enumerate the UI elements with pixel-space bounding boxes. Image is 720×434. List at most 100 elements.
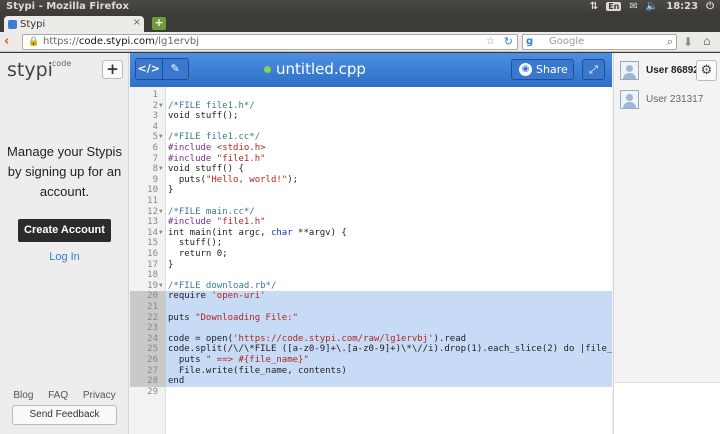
user-list-item[interactable]: User 231317 bbox=[614, 86, 720, 114]
send-feedback-button[interactable]: Send Feedback bbox=[12, 405, 117, 425]
code-line[interactable]: 17} bbox=[130, 260, 612, 271]
code-line[interactable]: 18 bbox=[130, 270, 612, 281]
blog-link[interactable]: Blog bbox=[13, 390, 33, 401]
code-token: } bbox=[168, 259, 174, 270]
gear-icon[interactable]: ⚙ bbox=[696, 60, 717, 81]
back-arrow-icon[interactable]: ‹ bbox=[4, 34, 9, 49]
code-line[interactable]: 12 ▼ /*FILE main.cc*/ bbox=[130, 207, 612, 218]
fullscreen-button[interactable]: ⤢ bbox=[582, 59, 605, 80]
code-line[interactable]: 13 #include "file1.h" bbox=[130, 217, 612, 228]
code-line[interactable]: 10} bbox=[130, 185, 612, 196]
home-icon[interactable]: ⌂ bbox=[703, 34, 711, 48]
fold-arrow-icon[interactable]: ▼ bbox=[159, 228, 163, 239]
fold-arrow-icon[interactable]: ▼ bbox=[159, 132, 163, 143]
privacy-link[interactable]: Privacy bbox=[83, 390, 116, 401]
code-text: require 'open-uri' bbox=[168, 291, 612, 302]
line-number: 23 bbox=[147, 323, 158, 334]
code-token: /*FILE main.cc*/ bbox=[168, 206, 255, 217]
share-button[interactable]: ◉ Share bbox=[511, 59, 574, 80]
code-token: code.split(/\/\*FILE ([a-z0-9]+\.[a-z0-9… bbox=[168, 344, 612, 355]
code-token: " ==> #{file_name}" bbox=[205, 355, 309, 365]
code-line[interactable]: 8 ▼ void stuff() { bbox=[130, 164, 612, 175]
code-line[interactable]: 19 ▼ /*FILE download.rb*/ bbox=[130, 281, 612, 292]
new-tab-button[interactable]: + bbox=[152, 17, 166, 30]
code-line[interactable]: 25 code.split(/\/\*FILE ([a-z0-9]+\.[a-z0… bbox=[130, 344, 612, 355]
reload-icon[interactable]: ↻ bbox=[504, 35, 513, 48]
code-line[interactable]: 3 void stuff(); bbox=[130, 111, 612, 122]
fold-arrow-icon[interactable]: ▼ bbox=[159, 207, 163, 218]
line-number: 11 bbox=[147, 196, 158, 206]
left-sidebar: stypi code + Manage your Stypis by signin… bbox=[0, 53, 129, 434]
url-path: /lg1ervbj bbox=[154, 36, 200, 47]
code-line[interactable]: 22 puts "Downloading File:" bbox=[130, 312, 612, 324]
line-number: 3 bbox=[152, 111, 158, 122]
code-line[interactable]: 23 bbox=[130, 323, 612, 334]
code-token: File.write(file_name, contents) bbox=[168, 365, 347, 376]
fold-arrow-icon[interactable]: ▼ bbox=[159, 164, 163, 175]
mail-icon[interactable]: ✉ bbox=[629, 1, 637, 12]
stypi-logo[interactable]: stypi code bbox=[7, 59, 71, 81]
code-line[interactable]: 5 ▼ /*FILE file1.cc*/ bbox=[130, 132, 612, 143]
login-link[interactable]: Log In bbox=[0, 251, 129, 263]
code-line[interactable]: 2 ▼ /*FILE file1.h*/ bbox=[130, 101, 612, 112]
code-line[interactable]: 26 puts " ==> #{file_name}" bbox=[130, 355, 612, 366]
code-line[interactable]: 9 puts("Hello, world!"); bbox=[130, 175, 612, 186]
file-title[interactable]: untitled.cpp bbox=[264, 60, 366, 78]
tab-title: Stypi bbox=[20, 18, 46, 30]
line-number: 27 bbox=[147, 365, 158, 376]
code-line[interactable]: 20 require 'open-uri' bbox=[130, 291, 612, 302]
code-text: return 0; bbox=[168, 249, 612, 260]
search-box[interactable]: g Google ⌕ bbox=[522, 34, 677, 50]
code-line[interactable]: 24 code = open('https://code.stypi.com/ra… bbox=[130, 333, 612, 345]
tag-icon[interactable]: ✎ bbox=[161, 59, 188, 79]
code-text: /*FILE download.rb*/ bbox=[168, 281, 612, 292]
code-icon[interactable]: </> bbox=[136, 59, 162, 79]
code-line[interactable]: 1 bbox=[130, 90, 612, 101]
code-editor[interactable]: 1 2 ▼/*FILE file1.h*/3 void stuff(); 4 5 ▼/*FI… bbox=[130, 87, 612, 434]
code-token: int main(int argc, bbox=[168, 227, 271, 238]
code-line[interactable]: 27 File.write(file_name, contents) bbox=[130, 365, 612, 377]
code-token: puts bbox=[168, 312, 196, 323]
code-line[interactable]: 28 end bbox=[130, 376, 612, 387]
code-line[interactable]: 14 ▼ int main(int argc, char **argv) { bbox=[130, 228, 612, 239]
url-host: code.stypi.com bbox=[78, 36, 155, 47]
current-user[interactable]: User 86892 ⚙ bbox=[614, 57, 720, 85]
tab-close-icon[interactable]: × bbox=[133, 17, 141, 28]
code-line[interactable]: 16 return 0; bbox=[130, 249, 612, 260]
power-icon[interactable]: ⏻ bbox=[706, 1, 714, 12]
code-line[interactable]: 21 bbox=[130, 302, 612, 313]
line-number: 21 bbox=[147, 302, 158, 312]
keyboard-layout-indicator[interactable]: En bbox=[606, 2, 622, 11]
code-token: 'https://code.stypi.com/raw/lg1ervbj' bbox=[233, 333, 434, 344]
new-stypi-button[interactable]: + bbox=[102, 60, 123, 79]
fold-arrow-icon[interactable]: ▼ bbox=[159, 101, 163, 112]
line-number: 4 bbox=[152, 121, 158, 132]
download-icon[interactable]: ⬇ bbox=[683, 35, 693, 49]
code-line[interactable]: 7 #include "file1.h" bbox=[130, 154, 612, 165]
window-title: Stypi - Mozilla Firefox bbox=[6, 1, 129, 12]
google-icon[interactable]: g bbox=[526, 36, 533, 47]
code-text: #include <stdio.h> bbox=[168, 143, 612, 154]
stypi-favicon-icon bbox=[8, 19, 17, 29]
faq-link[interactable]: FAQ bbox=[48, 390, 68, 401]
code-line[interactable]: 11 bbox=[130, 196, 612, 207]
network-icon[interactable]: ⇅ bbox=[590, 1, 598, 12]
logo-sup: code bbox=[52, 59, 72, 68]
browser-tab[interactable]: Stypi × bbox=[4, 16, 144, 32]
volume-icon[interactable]: 🔈 bbox=[646, 1, 658, 12]
code-line[interactable]: 15 stuff(); bbox=[130, 238, 612, 249]
bookmark-star-icon[interactable]: ☆ bbox=[486, 36, 495, 47]
lock-icon: 🔒 bbox=[28, 37, 40, 47]
code-line[interactable]: 29 bbox=[130, 387, 612, 398]
clock[interactable]: 18:23 bbox=[666, 1, 698, 12]
code-line[interactable]: 6 #include <stdio.h> bbox=[130, 143, 612, 154]
create-account-button[interactable]: Create Account bbox=[18, 219, 111, 242]
code-token: **argv) { bbox=[292, 227, 347, 238]
search-icon[interactable]: ⌕ bbox=[667, 35, 673, 49]
url-bar[interactable]: 🔒 https://code.stypi.com/lg1ervbj ☆ ↻ bbox=[22, 34, 518, 50]
status-dot-icon bbox=[264, 65, 271, 73]
code-line[interactable]: 4 bbox=[130, 122, 612, 133]
line-number: 13 bbox=[147, 217, 158, 228]
code-text: } bbox=[168, 260, 612, 271]
fold-arrow-icon[interactable]: ▼ bbox=[159, 281, 163, 292]
